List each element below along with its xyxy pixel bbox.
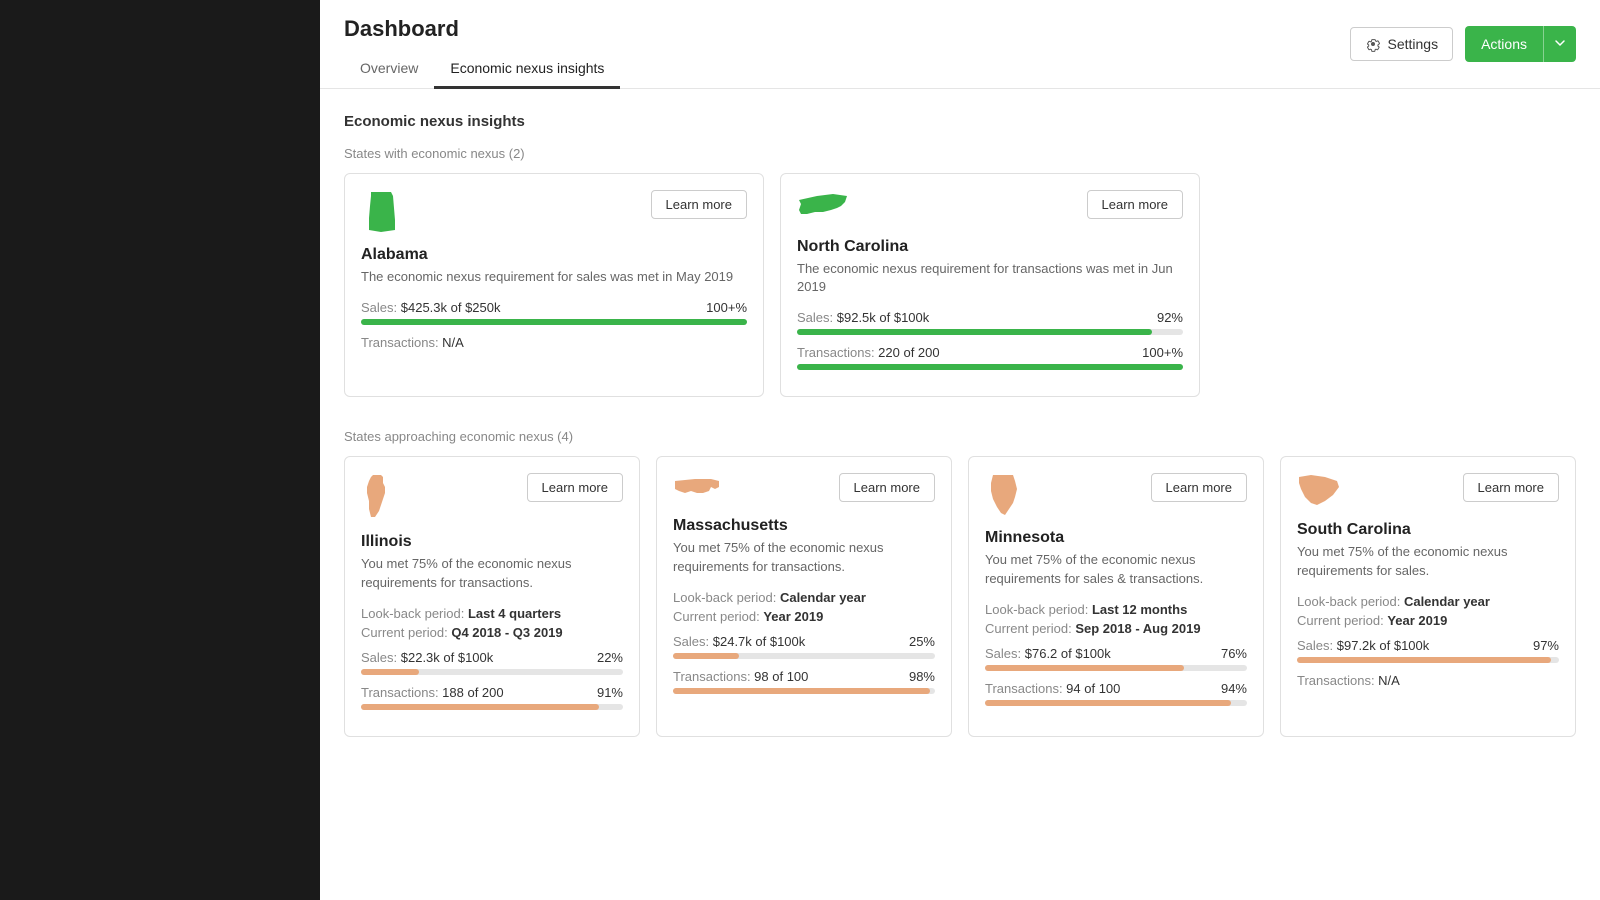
ma-learn-more-button[interactable]: Learn more bbox=[839, 473, 935, 502]
mn-sales-metric: Sales: $76.2 of $100k 76% bbox=[985, 646, 1247, 671]
mn-description: You met 75% of the economic nexus requir… bbox=[985, 551, 1247, 587]
nc-transactions-progress-fill bbox=[797, 364, 1183, 370]
nc-sales-progress-fill bbox=[797, 329, 1152, 335]
card-ma-header: Learn more bbox=[673, 473, 935, 505]
actions-button-group: Actions bbox=[1465, 26, 1576, 62]
mn-sales-progress-fill bbox=[985, 665, 1184, 671]
mn-current-period: Current period: Sep 2018 - Aug 2019 bbox=[985, 621, 1247, 636]
alabama-learn-more-button[interactable]: Learn more bbox=[651, 190, 747, 219]
states-approaching-nexus-cards: Learn more Illinois You met 75% of the e… bbox=[344, 456, 1576, 736]
card-alabama: Learn more Alabama The economic nexus re… bbox=[344, 173, 764, 397]
il-state-name: Illinois bbox=[361, 533, 623, 551]
minnesota-state-icon bbox=[985, 473, 1019, 517]
alabama-state-icon bbox=[361, 190, 401, 234]
nc-transactions-metric: Transactions: 220 of 200 100+% bbox=[797, 345, 1183, 370]
nc-description: The economic nexus requirement for trans… bbox=[797, 260, 1183, 296]
header-right: Settings Actions bbox=[1350, 26, 1576, 78]
mn-learn-more-button[interactable]: Learn more bbox=[1151, 473, 1247, 502]
mn-lookback: Look-back period: Last 12 months bbox=[985, 602, 1247, 617]
mn-transactions-progress-bg bbox=[985, 700, 1247, 706]
card-south-carolina: Learn more South Carolina You met 75% of… bbox=[1280, 456, 1576, 736]
nc-state-name: North Carolina bbox=[797, 238, 1183, 256]
illinois-state-icon bbox=[361, 473, 391, 521]
card-mn-header: Learn more bbox=[985, 473, 1247, 517]
mn-sales-progress-bg bbox=[985, 665, 1247, 671]
actions-dropdown-button[interactable] bbox=[1544, 28, 1576, 61]
sc-sales-progress-bg bbox=[1297, 657, 1559, 663]
sc-learn-more-button[interactable]: Learn more bbox=[1463, 473, 1559, 502]
south-carolina-state-icon bbox=[1297, 473, 1341, 509]
settings-label: Settings bbox=[1387, 36, 1438, 52]
il-description: You met 75% of the economic nexus requir… bbox=[361, 555, 623, 591]
ma-sales-progress-bg bbox=[673, 653, 935, 659]
gear-icon bbox=[1365, 36, 1381, 52]
main-content: Economic nexus insights States with econ… bbox=[320, 89, 1600, 793]
tab-overview[interactable]: Overview bbox=[344, 50, 434, 89]
card-north-carolina: Learn more North Carolina The economic n… bbox=[780, 173, 1200, 397]
card-illinois: Learn more Illinois You met 75% of the e… bbox=[344, 456, 640, 736]
massachusetts-state-icon bbox=[673, 473, 721, 505]
card-massachusetts: Learn more Massachusetts You met 75% of … bbox=[656, 456, 952, 736]
alabama-sales-progress-fill bbox=[361, 319, 747, 325]
ma-description: You met 75% of the economic nexus requir… bbox=[673, 539, 935, 575]
states-with-nexus-cards: Learn more Alabama The economic nexus re… bbox=[344, 173, 1576, 397]
il-sales-progress-fill bbox=[361, 669, 419, 675]
card-alabama-header: Learn more bbox=[361, 190, 747, 234]
il-sales-metric: Sales: $22.3k of $100k 22% bbox=[361, 650, 623, 675]
mn-state-name: Minnesota bbox=[985, 529, 1247, 547]
sc-sales-metric: Sales: $97.2k of $100k 97% bbox=[1297, 638, 1559, 663]
sc-sales-progress-fill bbox=[1297, 657, 1551, 663]
ma-lookback: Look-back period: Calendar year bbox=[673, 590, 935, 605]
header: Dashboard Overview Economic nexus insigh… bbox=[320, 0, 1600, 89]
ma-transactions-progress-fill bbox=[673, 688, 930, 694]
illinois-learn-more-button[interactable]: Learn more bbox=[527, 473, 623, 502]
il-lookback: Look-back period: Last 4 quarters bbox=[361, 606, 623, 621]
header-left: Dashboard Overview Economic nexus insigh… bbox=[344, 16, 620, 88]
north-carolina-state-icon bbox=[797, 190, 849, 226]
il-transactions-progress-bg bbox=[361, 704, 623, 710]
ma-sales-progress-fill bbox=[673, 653, 739, 659]
alabama-description: The economic nexus requirement for sales… bbox=[361, 268, 747, 286]
sc-state-name: South Carolina bbox=[1297, 521, 1559, 539]
mn-transactions-metric: Transactions: 94 of 100 94% bbox=[985, 681, 1247, 706]
alabama-sales-metric: Sales: $425.3k of $250k 100+% bbox=[361, 300, 747, 325]
nc-transactions-progress-bg bbox=[797, 364, 1183, 370]
il-transactions-progress-fill bbox=[361, 704, 599, 710]
sc-lookback: Look-back period: Calendar year bbox=[1297, 594, 1559, 609]
tabs-nav: Overview Economic nexus insights bbox=[344, 50, 620, 88]
mn-transactions-progress-fill bbox=[985, 700, 1231, 706]
tab-economic-nexus[interactable]: Economic nexus insights bbox=[434, 50, 620, 89]
nc-sales-metric: Sales: $92.5k of $100k 92% bbox=[797, 310, 1183, 335]
sc-description: You met 75% of the economic nexus requir… bbox=[1297, 543, 1559, 579]
ma-current-period: Current period: Year 2019 bbox=[673, 609, 935, 624]
page-title: Dashboard bbox=[344, 16, 620, 42]
section-title: Economic nexus insights bbox=[344, 113, 1576, 130]
alabama-sales-progress-bg bbox=[361, 319, 747, 325]
card-sc-header: Learn more bbox=[1297, 473, 1559, 509]
alabama-transactions-metric: Transactions: N/A bbox=[361, 335, 747, 350]
nc-learn-more-button[interactable]: Learn more bbox=[1087, 190, 1183, 219]
chevron-down-icon bbox=[1554, 37, 1566, 49]
states-with-nexus-title: States with economic nexus (2) bbox=[344, 146, 1576, 161]
il-transactions-metric: Transactions: 188 of 200 91% bbox=[361, 685, 623, 710]
card-nc-header: Learn more bbox=[797, 190, 1183, 226]
ma-transactions-metric: Transactions: 98 of 100 98% bbox=[673, 669, 935, 694]
il-current-period: Current period: Q4 2018 - Q3 2019 bbox=[361, 625, 623, 640]
card-il-header: Learn more bbox=[361, 473, 623, 521]
card-minnesota: Learn more Minnesota You met 75% of the … bbox=[968, 456, 1264, 736]
il-sales-progress-bg bbox=[361, 669, 623, 675]
settings-button[interactable]: Settings bbox=[1350, 27, 1453, 61]
ma-sales-metric: Sales: $24.7k of $100k 25% bbox=[673, 634, 935, 659]
sc-current-period: Current period: Year 2019 bbox=[1297, 613, 1559, 628]
alabama-state-name: Alabama bbox=[361, 246, 747, 264]
ma-transactions-progress-bg bbox=[673, 688, 935, 694]
nc-sales-progress-bg bbox=[797, 329, 1183, 335]
ma-state-name: Massachusetts bbox=[673, 517, 935, 535]
states-approaching-nexus-title: States approaching economic nexus (4) bbox=[344, 429, 1576, 444]
actions-main-button[interactable]: Actions bbox=[1465, 27, 1543, 61]
sc-transactions-metric: Transactions: N/A bbox=[1297, 673, 1559, 688]
